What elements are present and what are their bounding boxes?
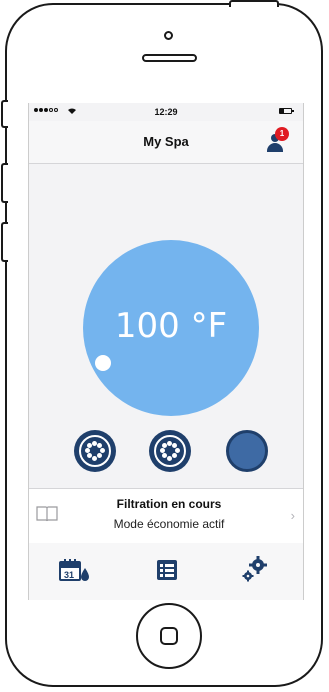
tab-schedule[interactable]: 31 bbox=[49, 543, 109, 600]
navigation-bar: My Spa 1 bbox=[29, 121, 303, 164]
jets-icon bbox=[154, 435, 186, 467]
info-subtitle: Mode économie actif bbox=[113, 517, 225, 531]
calendar-icon: 31 bbox=[59, 559, 89, 581]
jets-icon bbox=[79, 435, 111, 467]
jet-pump-2-button[interactable] bbox=[149, 430, 191, 472]
power-button bbox=[229, 0, 279, 7]
phone-mockup: 12:29 My Spa 1 100 °F Filtration en cour… bbox=[0, 0, 329, 692]
front-camera bbox=[164, 31, 173, 40]
volume-down-button bbox=[1, 222, 8, 262]
light-button[interactable] bbox=[226, 430, 268, 472]
tab-list[interactable] bbox=[137, 543, 197, 600]
status-time: 12:29 bbox=[154, 107, 178, 117]
chevron-right-icon: › bbox=[290, 508, 295, 523]
app-screen: 12:29 My Spa 1 100 °F Filtration en cour… bbox=[28, 103, 304, 600]
status-info-row[interactable]: Filtration en cours Mode économie actif … bbox=[29, 488, 303, 544]
temperature-dial[interactable]: 100 °F bbox=[83, 240, 259, 416]
info-title: Filtration en cours bbox=[116, 497, 222, 511]
battery-icon bbox=[279, 108, 294, 114]
tab-settings[interactable] bbox=[225, 543, 285, 600]
account-button[interactable]: 1 bbox=[267, 126, 293, 156]
home-button[interactable] bbox=[136, 603, 202, 669]
page-title: My Spa bbox=[143, 134, 189, 149]
settings-icon bbox=[242, 556, 267, 582]
mute-switch bbox=[1, 100, 8, 128]
earpiece-speaker bbox=[142, 54, 197, 62]
book-icon bbox=[36, 506, 58, 522]
volume-up-button bbox=[1, 163, 8, 203]
home-button-square-icon bbox=[160, 627, 178, 645]
notification-badge: 1 bbox=[275, 127, 289, 141]
status-bar: 12:29 bbox=[29, 103, 303, 121]
tab-bar: 31 bbox=[29, 543, 303, 600]
battery-level bbox=[280, 109, 285, 113]
calendar-day: 31 bbox=[64, 570, 74, 580]
list-icon bbox=[157, 560, 177, 580]
dial-handle[interactable] bbox=[95, 355, 111, 371]
jet-pump-1-button[interactable] bbox=[74, 430, 116, 472]
temperature-value: 100 °F bbox=[114, 306, 228, 346]
